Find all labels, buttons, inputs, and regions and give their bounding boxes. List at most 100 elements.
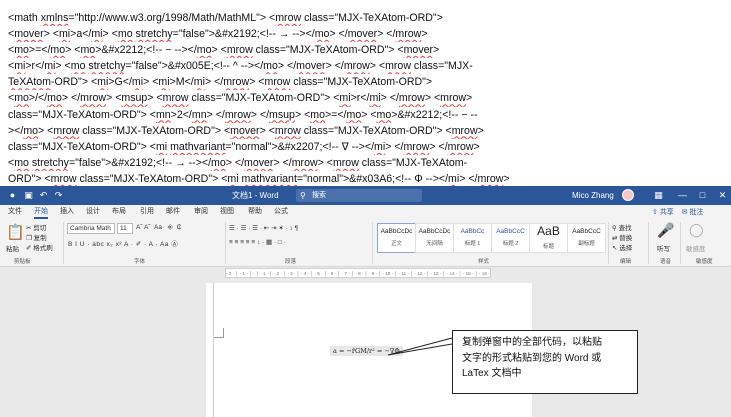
menu-tab[interactable]: 插入 (60, 205, 74, 219)
misspelled-token: mi (374, 140, 386, 153)
style-option[interactable]: AaBbCcC 副标题 (567, 223, 606, 253)
code-token: > < (259, 124, 275, 137)
code-line: <mover> <mi>a</mi> <mo stretchy="false">… (8, 26, 724, 42)
search-icon: ⚲ (300, 191, 306, 200)
equation[interactable]: a = −r̂GM/r² = −∇Φ (330, 346, 403, 356)
code-token: > < (361, 108, 377, 121)
misspelled-token: mrow (398, 92, 425, 105)
style-option[interactable]: AaBbCcDc 无间隔 (415, 223, 454, 253)
sensitivity-label[interactable]: 敏感度 (686, 243, 706, 253)
minimize-icon[interactable]: — (676, 189, 689, 202)
style-option[interactable]: AaBbCc 标题 1 (453, 223, 492, 253)
select-label: 选择 (619, 245, 633, 252)
code-token: >&#x2212;<!-- − --></ (95, 44, 197, 57)
sensitivity-icon[interactable]: ◯ (689, 222, 704, 238)
misspelled-token: mrow (395, 28, 422, 41)
code-line: <mi>r</mi> <mo stretchy="false">&#x005E;… (8, 58, 724, 74)
editing-group-label: 编辑 (620, 259, 632, 265)
misspelled-token: mi (58, 28, 71, 41)
misspelled-token: mn (155, 108, 171, 121)
misspelled-token: mrow (447, 140, 474, 153)
code-token: >r</ (350, 92, 370, 105)
user-name[interactable]: Mico Zhang (572, 186, 614, 205)
save-icon[interactable]: ▣ (22, 189, 35, 202)
copy-button[interactable]: ❐ 复制 (26, 232, 47, 242)
title-bar: ● ▣ ↶ ↷ 文档1 - Word ⚲ 搜索 Mico Zhang ▦ — □… (0, 186, 731, 205)
style-sample: AaBbCc (460, 228, 485, 235)
misspelled-token: mo (376, 108, 392, 121)
code-token: ORD"> < (8, 172, 51, 185)
menu-tab[interactable]: 邮件 (166, 205, 180, 219)
select-button[interactable]: ↖ 选择 (612, 242, 632, 252)
misspelled-token: mrow (274, 124, 301, 137)
ribbon: 📋 粘贴 ✂ 剪切 ❐ 复制 ✐ 格式刷 剪贴板 Cambria Math 11… (0, 219, 731, 267)
dictate-label[interactable]: 听写 (657, 243, 670, 253)
format-painter-button[interactable]: ✐ 格式刷 (26, 242, 53, 252)
align-buttons[interactable]: ≡ ≡ ≡ ≡ ≡ ↕ · ▦ · □ · (229, 238, 286, 246)
code-token: ="false">&#x2192;<!-- → --></ (172, 28, 315, 41)
cut-button[interactable]: ✂ 剪切 (26, 222, 46, 232)
cut-label: 剪切 (33, 225, 47, 232)
misspelled-token: mi (339, 92, 351, 105)
horizontal-ruler[interactable]: · 2 · │ · 1 · │ · │ · 1 · │ · 2 · │ · 3 … (225, 268, 491, 278)
code-line: TeXAtom-ORD"> <mi>G</mi> <mi>M</mi> </mr… (8, 74, 724, 90)
menu-tab[interactable]: 引用 (140, 205, 154, 219)
misspelled-token: mo (196, 44, 212, 57)
font-size-select[interactable]: 11 (117, 223, 133, 234)
code-token: ></ (8, 124, 24, 137)
code-token: >2</ (170, 108, 192, 121)
code-token: -ORD"> < (50, 76, 98, 89)
misspelled-token: mrow (223, 76, 250, 89)
menu-tab[interactable]: 审阅 (194, 205, 208, 219)
misspelled-token: mrow (440, 92, 467, 105)
font-name-select[interactable]: Cambria Math (67, 223, 115, 234)
find-button[interactable]: ⚲ 查找 (612, 222, 632, 232)
menu-tab[interactable]: 文件 (8, 205, 22, 219)
style-option[interactable]: AaBbCcDc 正文 (377, 223, 416, 253)
misspelled-token: mrow (332, 156, 359, 169)
menu-tab[interactable]: 视图 (220, 205, 234, 219)
code-token: ="false">&#x2192;<!-- → --></ (68, 156, 212, 169)
menu-tab[interactable]: 公式 (274, 205, 288, 219)
style-name: 标题 1 (464, 241, 481, 247)
menu-tab[interactable]: 布局 (112, 205, 126, 219)
code-token: > </ (377, 28, 396, 41)
code-token: > </ (61, 92, 81, 105)
font-size-buttons[interactable]: Aˆ Aˇ Aa· ⎆ ₵ (136, 224, 181, 232)
maximize-icon[interactable]: □ (696, 189, 709, 202)
misspelled-token: stretchy (31, 156, 69, 169)
ribbon-display-icon[interactable]: ▦ (652, 189, 665, 202)
undo-icon[interactable]: ↶ (37, 189, 50, 202)
code-token: > </ (429, 140, 448, 153)
misspelled-token: mover (403, 44, 434, 57)
misspelled-token: mrow (226, 44, 253, 57)
misspelled-token: mo (23, 124, 39, 137)
share-button[interactable]: ⇧ 共享 ✉ 批注 (652, 207, 703, 217)
code-token: > < (43, 28, 59, 41)
menu-tab[interactable]: 帮助 (248, 205, 262, 219)
misspelled-token: mrow (80, 92, 107, 105)
code-line: <mo>/</mo> </mrow> <msup> <mrow class="M… (8, 90, 724, 106)
style-sample: AaBbCcDc (380, 228, 413, 235)
menu-tab[interactable]: 开始 (34, 205, 48, 219)
replace-button[interactable]: ⇄ 替换 (612, 232, 632, 242)
misspelled-token: mrow (403, 140, 430, 153)
paste-icon[interactable]: 📋 (6, 223, 25, 241)
style-option[interactable]: AaB 标题 (529, 223, 568, 253)
font-format-buttons[interactable]: B I U · abc x₂ x² A · ✐ · A · Aa Ⓐ (68, 238, 178, 248)
code-token: ="normal">&#x03A6;<!-- Φ --></ (296, 172, 449, 185)
close-icon[interactable]: ✕ (716, 189, 729, 202)
style-option[interactable]: AaBbCcC 标题 2 (491, 223, 530, 253)
search-box[interactable]: ⚲ 搜索 (296, 189, 422, 202)
misspelled-token: mrow (162, 92, 189, 105)
redo-icon[interactable]: ↷ (52, 189, 65, 202)
code-token: >=</ (324, 108, 347, 121)
list-buttons[interactable]: ☰ · ☰ · ☰ · ⇤ ⇥ ✶ · ↕ ¶ (229, 224, 298, 232)
menu-tab[interactable]: 设计 (86, 205, 100, 219)
autosave-icon[interactable]: ● (6, 189, 19, 202)
paste-label[interactable]: 粘贴 (6, 243, 19, 253)
microphone-icon[interactable]: 🎤 (657, 222, 674, 239)
code-token: > (473, 140, 480, 153)
user-avatar[interactable] (622, 189, 634, 201)
code-token: > </ (204, 76, 224, 89)
